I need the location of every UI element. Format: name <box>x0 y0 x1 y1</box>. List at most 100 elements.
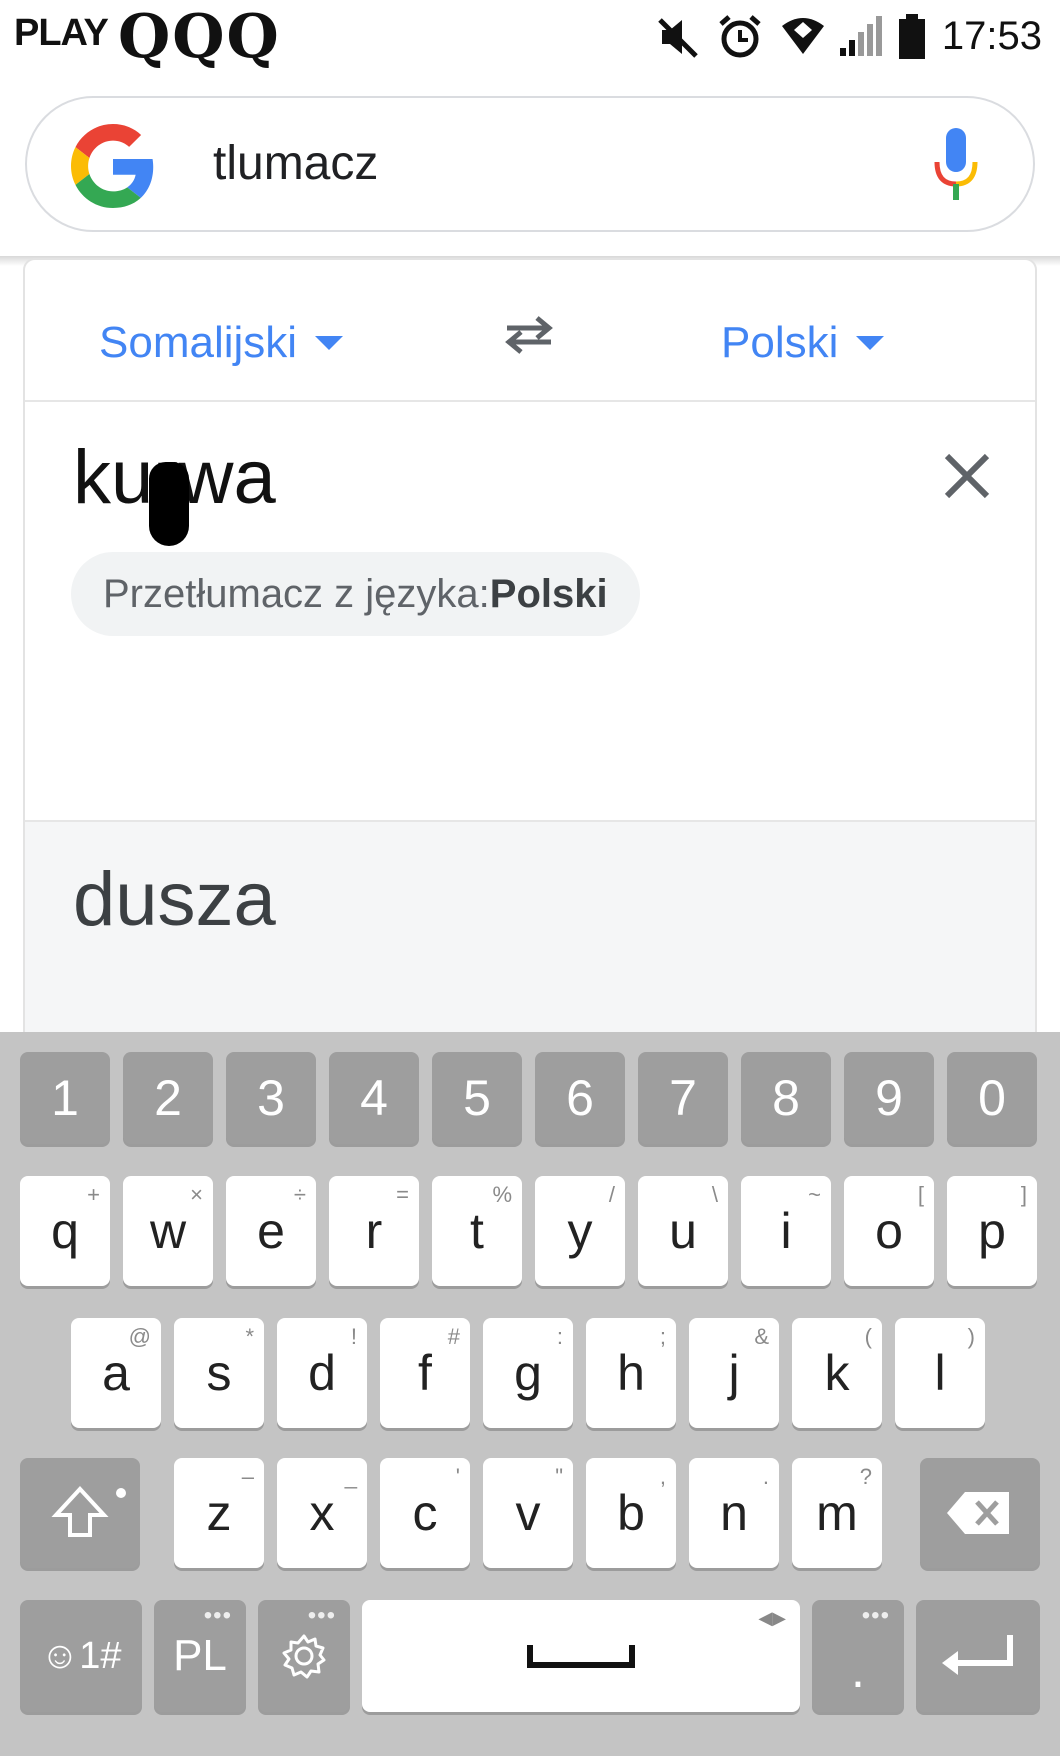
key-q[interactable]: + q <box>20 1176 110 1286</box>
key-9[interactable]: 9 <box>844 1052 934 1144</box>
source-language-label: Somalijski <box>99 318 298 367</box>
space-icon <box>527 1645 635 1668</box>
key-hint: / <box>608 1182 615 1207</box>
key-j[interactable]: & j <box>689 1318 779 1428</box>
key-n[interactable]: .n <box>689 1458 779 1568</box>
soft-keyboard: ☺1# ••• PL ••• ◀▶ ••• . 1 2 3 4 5 6 7 8 9 0 + q × w ÷ e… <box>0 1032 1060 1756</box>
key-8[interactable]: 8 <box>741 1052 831 1144</box>
wifi-icon <box>782 18 824 54</box>
key-m[interactable]: ? m <box>792 1458 882 1568</box>
cursor-arrows-icon: ◀▶ <box>758 1608 786 1628</box>
key-u[interactable]: \ u <box>638 1176 728 1286</box>
detect-language-chip[interactable]: Przetłumacz z języka:Polski <box>71 552 640 636</box>
status-bar: PLAY QQQ 17:53 <box>0 0 1060 76</box>
key-i[interactable]: ~ i <box>741 1176 831 1286</box>
key-o[interactable]: [o <box>844 1176 934 1286</box>
key-b[interactable]: ,b <box>586 1458 676 1568</box>
key-label: c <box>412 1485 438 1541</box>
backspace-icon <box>947 1492 1009 1534</box>
target-language-dropdown[interactable]: Polski <box>721 318 885 368</box>
key-d[interactable]: ! d <box>277 1318 367 1428</box>
settings-key[interactable]: ••• <box>258 1600 350 1712</box>
detect-language-prefix: Przetłumacz z języka: <box>103 572 490 616</box>
clock: 17:53 <box>941 14 1042 58</box>
key-hint: ! <box>350 1324 357 1349</box>
more-dots-icon: ••• <box>307 1602 336 1629</box>
key-label: s <box>206 1345 232 1401</box>
symbols-key[interactable]: ☺1# <box>20 1600 142 1712</box>
swap-languages-icon[interactable] <box>499 310 559 360</box>
key-hint: " <box>555 1464 563 1489</box>
key-hint: ' <box>455 1464 460 1489</box>
key-a[interactable]: @ a <box>71 1318 161 1428</box>
enter-key[interactable] <box>916 1600 1040 1712</box>
shift-key[interactable] <box>20 1458 140 1568</box>
period-key-label: . <box>851 1642 865 1698</box>
key-label: r <box>365 1203 383 1259</box>
chevron-down-icon <box>315 336 344 351</box>
search-box[interactable]: tlumacz <box>25 96 1035 232</box>
key-label: y <box>567 1203 593 1259</box>
enter-icon <box>942 1635 1013 1675</box>
key-t[interactable]: % t <box>432 1176 522 1286</box>
search-input[interactable]: tlumacz <box>213 136 378 191</box>
space-key[interactable]: ◀▶ <box>362 1600 800 1712</box>
language-selector-row: Somalijski Polski <box>25 260 1035 402</box>
key-hint: @ <box>128 1324 151 1349</box>
key-hint: ÷ <box>293 1182 306 1207</box>
more-dots-icon: ••• <box>861 1602 890 1629</box>
language-key[interactable]: ••• PL <box>154 1600 246 1712</box>
carrier-name: PLAY <box>14 12 109 54</box>
key-hint: ( <box>864 1324 872 1349</box>
key-label: 2 <box>154 1070 182 1126</box>
key-hint: ] <box>1020 1182 1027 1207</box>
key-label: v <box>515 1485 541 1541</box>
period-key[interactable]: ••• . <box>812 1600 904 1712</box>
key-k[interactable]: (k <box>792 1318 882 1428</box>
key-label: g <box>514 1345 542 1401</box>
key-label: j <box>728 1345 740 1401</box>
key-g[interactable]: :g <box>483 1318 573 1428</box>
key-hint: [ <box>917 1182 924 1207</box>
key-6[interactable]: 6 <box>535 1052 625 1144</box>
key-f[interactable]: # f <box>380 1318 470 1428</box>
key-p[interactable]: ] p <box>947 1176 1037 1286</box>
key-label: w <box>149 1203 187 1259</box>
key-h[interactable]: ; h <box>586 1318 676 1428</box>
key-hint: + <box>87 1182 100 1207</box>
key-l[interactable]: ) l <box>895 1318 985 1428</box>
key-5[interactable]: 5 <box>432 1052 522 1144</box>
key-s[interactable]: * s <box>174 1318 264 1428</box>
key-label: p <box>978 1203 1006 1259</box>
shift-indicator <box>116 1488 126 1498</box>
key-label: a <box>102 1345 130 1401</box>
key-y[interactable]: / y <box>535 1176 625 1286</box>
chevron-down-icon <box>856 336 885 351</box>
key-0[interactable]: 0 <box>947 1052 1037 1144</box>
key-label: 9 <box>875 1070 903 1126</box>
key-x[interactable]: _ x <box>277 1458 367 1568</box>
backspace-key[interactable] <box>920 1458 1040 1568</box>
key-z[interactable]: – z <box>174 1458 264 1568</box>
close-icon[interactable] <box>941 450 993 502</box>
key-1[interactable]: 1 <box>20 1052 110 1144</box>
key-v[interactable]: " v <box>483 1458 573 1568</box>
source-text-area[interactable]: kurwa Przetłumacz z języka:Polski <box>25 402 1035 820</box>
key-label: x <box>309 1485 335 1541</box>
key-hint: _ <box>344 1464 357 1489</box>
key-label: 4 <box>360 1070 388 1126</box>
key-label: z <box>206 1485 232 1541</box>
key-2[interactable]: 2 <box>123 1052 213 1144</box>
key-r[interactable]: = r <box>329 1176 419 1286</box>
key-hint: , <box>659 1464 666 1489</box>
key-c[interactable]: ' c <box>380 1458 470 1568</box>
source-language-dropdown[interactable]: Somalijski <box>99 318 344 368</box>
key-hint: * <box>245 1324 254 1349</box>
google-g-icon[interactable] <box>71 124 155 208</box>
microphone-icon[interactable] <box>931 126 981 206</box>
key-w[interactable]: × w <box>123 1176 213 1286</box>
key-7[interactable]: 7 <box>638 1052 728 1144</box>
key-4[interactable]: 4 <box>329 1052 419 1144</box>
key-3[interactable]: 3 <box>226 1052 316 1144</box>
key-e[interactable]: ÷ e <box>226 1176 316 1286</box>
